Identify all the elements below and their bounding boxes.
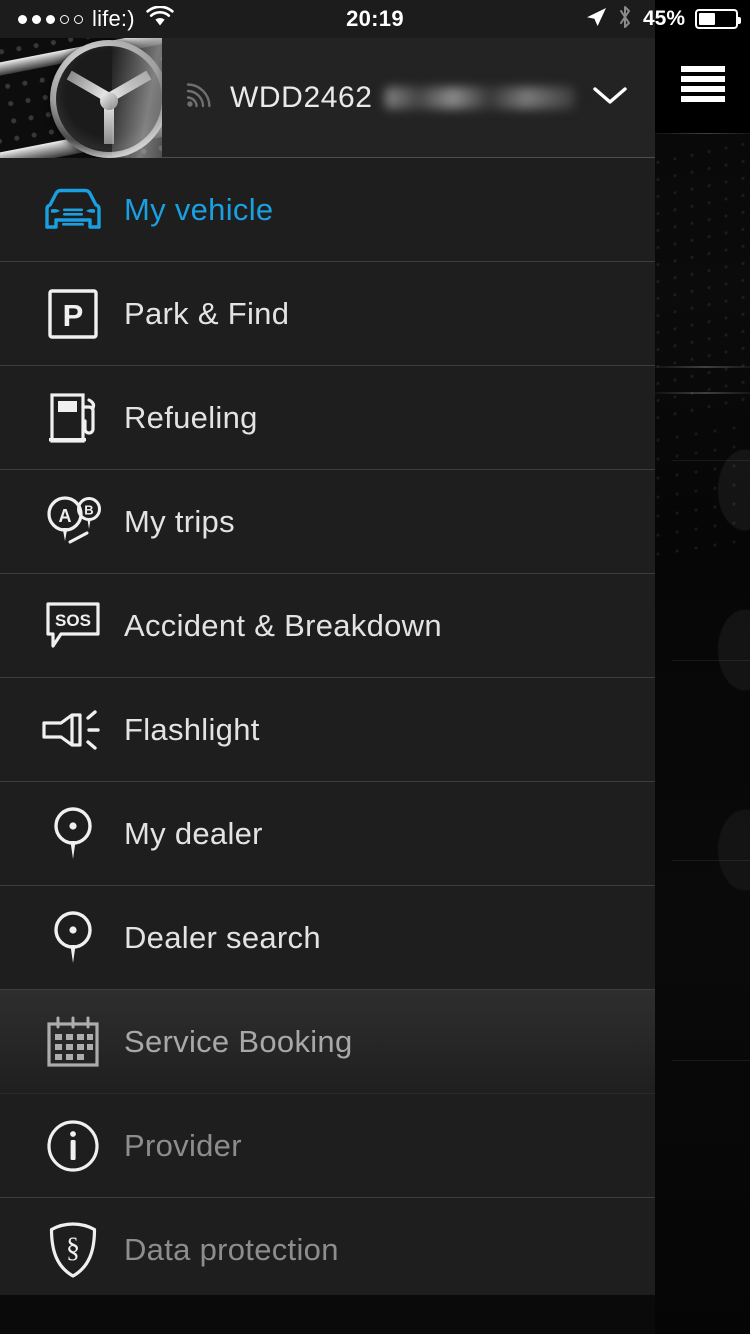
menu-item-label: Provider [124,1127,242,1163]
bluetooth-icon [617,5,633,34]
menu-item-accident-and-breakdown[interactable]: SOS Accident & Breakdown [0,574,655,678]
menu-item-label: Accident & Breakdown [124,607,442,643]
signal-arcs-icon [184,80,214,115]
sos-bubble-icon: SOS [30,600,116,652]
app-root: life:) 20:19 45% WDD2462 My vehicle P Pa… [0,0,750,1334]
car-front-icon [30,187,116,233]
svg-text:SOS: SOS [55,611,91,630]
map-pin-icon [30,805,116,863]
menu-item-label: My trips [124,503,235,539]
menu-item-label: Service Booking [124,1023,353,1059]
vehicle-selector[interactable]: WDD2462 [162,38,655,158]
background-divider [672,460,750,461]
chrome-streak [645,392,750,394]
chrome-streak [645,366,750,368]
background-divider [672,1060,750,1061]
menu-item-dealer-search[interactable]: Dealer search [0,886,655,990]
svg-text:P: P [63,298,84,333]
menu-item-flashlight[interactable]: Flashlight [0,678,655,782]
hamburger-menu-icon [680,64,726,107]
menu-item-data-protection[interactable]: § Data protection [0,1198,655,1295]
background-divider [672,660,750,661]
menu-item-label: Data protection [124,1231,339,1267]
shield-section-icon: § [30,1221,116,1279]
info-circle-icon [30,1119,116,1173]
menu-item-label: My dealer [124,815,263,851]
calendar-icon [30,1016,116,1068]
location-arrow-icon [585,6,607,33]
vehicle-id-label: WDD2462 [230,80,373,114]
navigation-drawer: WDD2462 My vehicle P Park & Find Refueli… [0,38,655,1295]
battery-percent-label: 45% [642,7,685,30]
parking-p-icon: P [30,288,116,340]
status-bar-right: 45% [585,0,741,38]
background-vehicle-image [645,0,750,1334]
menu-item-label: My vehicle [124,191,274,227]
menu-item-provider[interactable]: Provider [0,1094,655,1198]
vehicle-header[interactable]: WDD2462 [0,38,655,158]
hamburger-menu-button[interactable] [655,38,750,133]
drawer-menu: My vehicle P Park & Find Refueling A B M… [0,158,655,1295]
route-ab-pins-icon: A B [30,493,116,551]
grille-pattern-secondary [655,422,750,558]
vehicle-thumbnail [0,38,162,158]
svg-text:B: B [84,502,93,517]
status-bar: life:) 20:19 45% [0,0,750,38]
svg-text:§: § [66,1233,80,1264]
menu-item-my-dealer[interactable]: My dealer [0,782,655,886]
menu-item-service-booking[interactable]: Service Booking [0,990,655,1094]
grille-pattern [655,139,750,421]
menu-item-refueling[interactable]: Refueling [0,366,655,470]
svg-text:A: A [59,506,72,526]
menu-item-label: Park & Find [124,295,290,331]
menu-item-label: Dealer search [124,919,321,955]
menu-item-label: Flashlight [124,711,260,747]
chevron-down-icon[interactable] [591,83,629,112]
background-divider [672,860,750,861]
menu-item-label: Refueling [124,399,258,435]
vehicle-id-redaction [384,86,575,109]
flashlight-icon [30,706,116,754]
menu-item-my-trips[interactable]: A B My trips [0,470,655,574]
fuel-pump-icon [30,391,116,445]
battery-icon [695,9,741,29]
menu-item-my-vehicle[interactable]: My vehicle [0,158,655,262]
menu-item-park-and-find[interactable]: P Park & Find [0,262,655,366]
map-pin-icon [30,909,116,967]
